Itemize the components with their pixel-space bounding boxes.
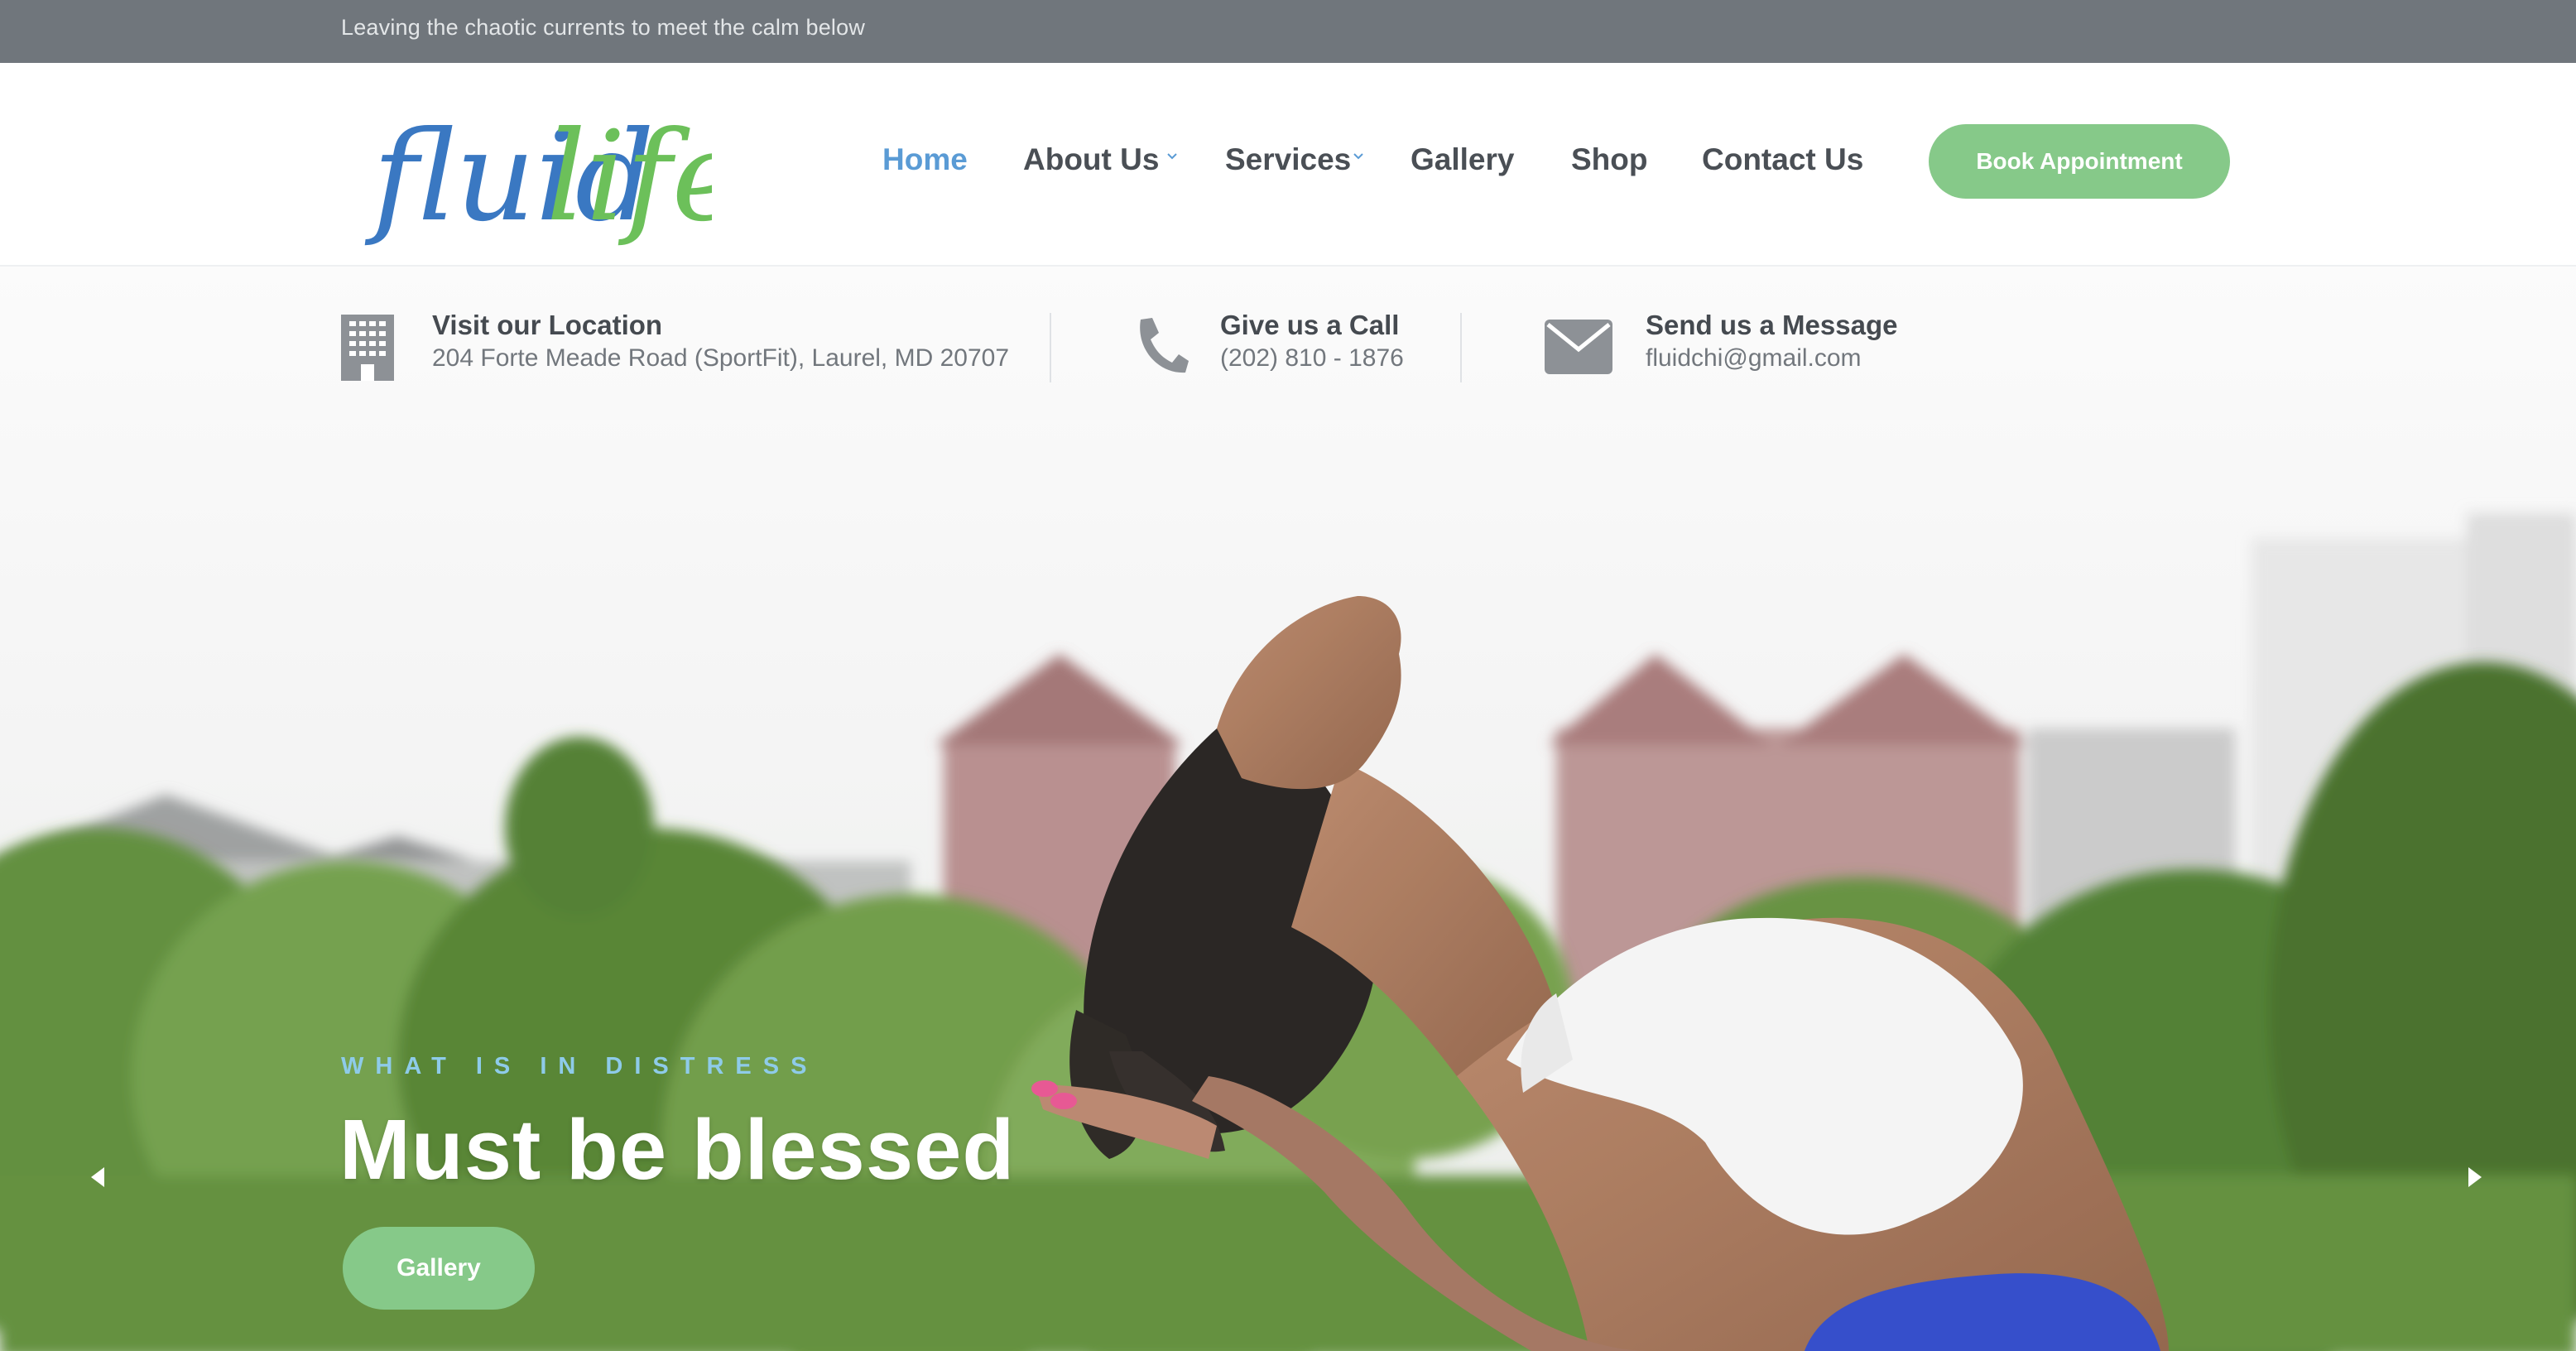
slider-prev-button[interactable] [73,1152,123,1202]
location-address: 204 Forte Meade Road (SportFit), Laurel,… [432,344,1010,372]
tagline: Leaving the chaotic currents to meet the… [341,15,866,40]
nav-services[interactable]: Services [1225,142,1351,177]
nav-shop[interactable]: Shop [1571,142,1647,177]
nav-gallery[interactable]: Gallery [1411,142,1514,177]
nav-contact-us[interactable]: Contact Us [1702,142,1863,177]
nav-about-us[interactable]: About Us [1023,142,1159,177]
info-location: Visit our Location 204 Forte Meade Road … [341,298,1020,389]
divider [1460,313,1462,382]
arrow-left-icon [91,1167,104,1187]
logo[interactable]: fluid life [364,66,712,298]
info-call: Give us a Call (202) 810 - 1876 [1134,298,1432,389]
book-appointment-button[interactable]: Book Appointment [1929,124,2230,199]
divider [1050,313,1051,382]
slider-next-button[interactable] [2450,1152,2500,1202]
building-icon [341,315,394,381]
logo-text-life: life [546,105,712,249]
message-email[interactable]: fluidchi@gmail.com [1646,344,1862,373]
envelope-icon [1545,320,1612,374]
location-title: Visit our Location [432,310,663,340]
call-title: Give us a Call [1220,310,1400,340]
nav-home[interactable]: Home [882,142,968,177]
info-message: Send us a Message fluidchi@gmail.com [1545,298,1975,389]
chevron-down-icon[interactable] [1353,151,1364,162]
top-bar: Leaving the chaotic currents to meet the… [0,0,2576,63]
arrow-right-icon [2468,1167,2482,1187]
gallery-button[interactable]: Gallery [343,1227,535,1310]
hero-kicker: WHAT IS IN DISTRESS [341,1053,819,1079]
hero-headline: Must be blessed [339,1102,1016,1197]
chevron-down-icon[interactable] [1166,151,1178,162]
phone-icon [1140,318,1189,373]
message-title: Send us a Message [1646,310,1898,340]
call-phone[interactable]: (202) 810 - 1876 [1220,344,1404,373]
